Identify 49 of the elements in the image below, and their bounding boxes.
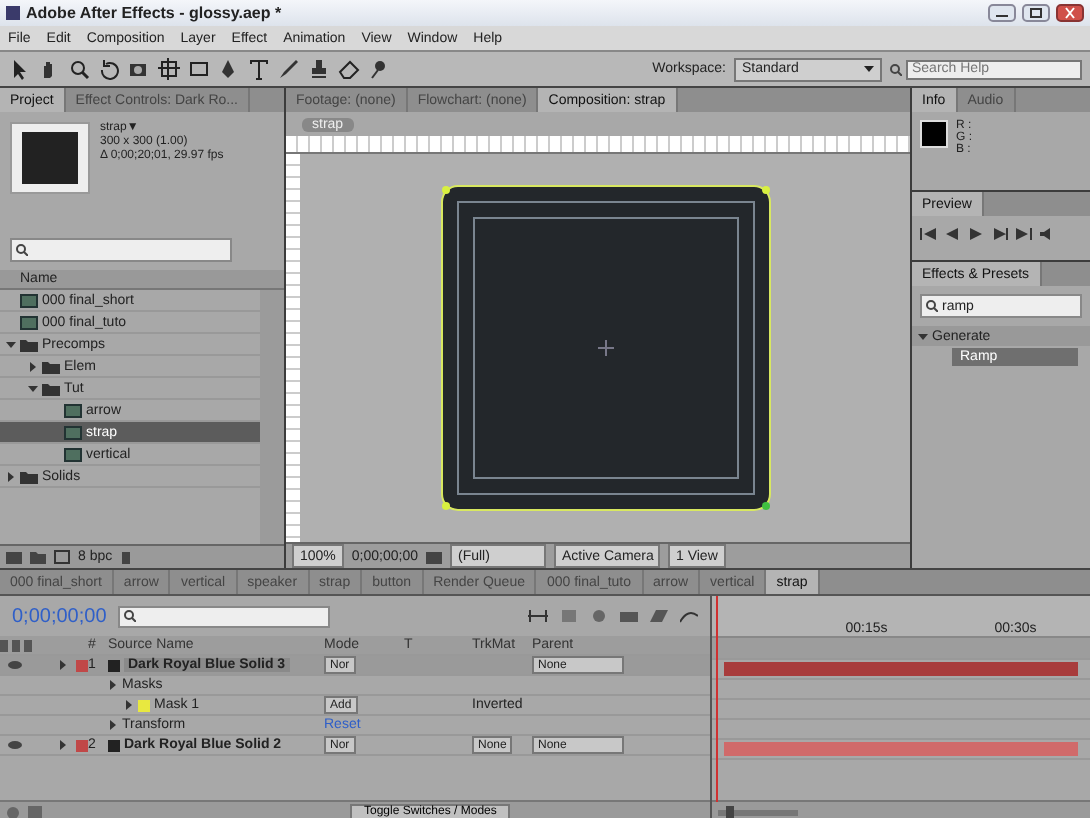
project-search-field[interactable] — [10, 238, 232, 262]
search-icon[interactable] — [890, 63, 902, 75]
rectangle-mask-icon[interactable] — [188, 58, 210, 80]
label-color-swatch[interactable] — [76, 739, 88, 751]
composition-thumbnail — [10, 122, 90, 194]
dropdown-caret-icon[interactable] — [864, 66, 874, 72]
collapse-triangle-icon[interactable] — [58, 660, 68, 670]
stamp-icon[interactable] — [308, 58, 330, 80]
new-folder-icon[interactable] — [30, 550, 46, 564]
eraser-icon[interactable] — [338, 58, 360, 80]
graph-editor-icon[interactable] — [680, 608, 698, 624]
first-frame-icon[interactable] — [920, 228, 936, 240]
search-icon[interactable] — [16, 244, 28, 256]
color-swatch — [920, 120, 948, 148]
brush-icon[interactable] — [278, 58, 300, 80]
camera-icon[interactable] — [128, 58, 150, 80]
puppet-pin-icon[interactable] — [368, 58, 390, 80]
zoom-slider-thumb[interactable] — [725, 806, 734, 818]
next-frame-icon[interactable] — [992, 228, 1008, 240]
collapse-triangle-icon[interactable] — [58, 740, 68, 750]
solid-icon[interactable] — [108, 739, 120, 751]
expanded-triangle-icon[interactable] — [6, 339, 16, 349]
audio-icon[interactable] — [1040, 228, 1056, 240]
window-title: Adobe After Effects - glossy.aep * — [26, 4, 282, 22]
search-icon[interactable] — [926, 300, 938, 312]
folder-icon[interactable] — [20, 469, 38, 483]
expanded-triangle-icon[interactable] — [28, 383, 38, 393]
visibility-eye-icon[interactable] — [8, 660, 22, 670]
selection-arrow-icon[interactable] — [8, 58, 30, 80]
minimize-icon[interactable] — [988, 4, 1016, 22]
rotate-icon[interactable] — [98, 58, 120, 80]
label-color-swatch[interactable] — [76, 659, 88, 671]
new-composition-icon[interactable] — [54, 550, 70, 564]
play-icon[interactable] — [968, 228, 984, 240]
last-frame-icon[interactable] — [1016, 228, 1032, 240]
visibility-eye-icon[interactable] — [8, 740, 22, 750]
magnifier-icon[interactable] — [68, 58, 90, 80]
previous-frame-icon[interactable] — [944, 228, 960, 240]
solid-icon[interactable] — [108, 659, 120, 671]
type-icon[interactable] — [248, 58, 270, 80]
close-icon[interactable] — [1056, 4, 1084, 22]
timeline-search-field[interactable] — [118, 605, 331, 627]
expanded-triangle-icon[interactable] — [918, 331, 928, 341]
collapsed-triangle-icon[interactable] — [6, 471, 16, 481]
pen-icon[interactable] — [218, 58, 240, 80]
search-icon[interactable] — [124, 610, 137, 622]
mask-color-swatch[interactable] — [138, 699, 150, 711]
maximize-icon[interactable] — [1022, 4, 1050, 22]
collapsed-triangle-icon[interactable] — [28, 361, 38, 371]
